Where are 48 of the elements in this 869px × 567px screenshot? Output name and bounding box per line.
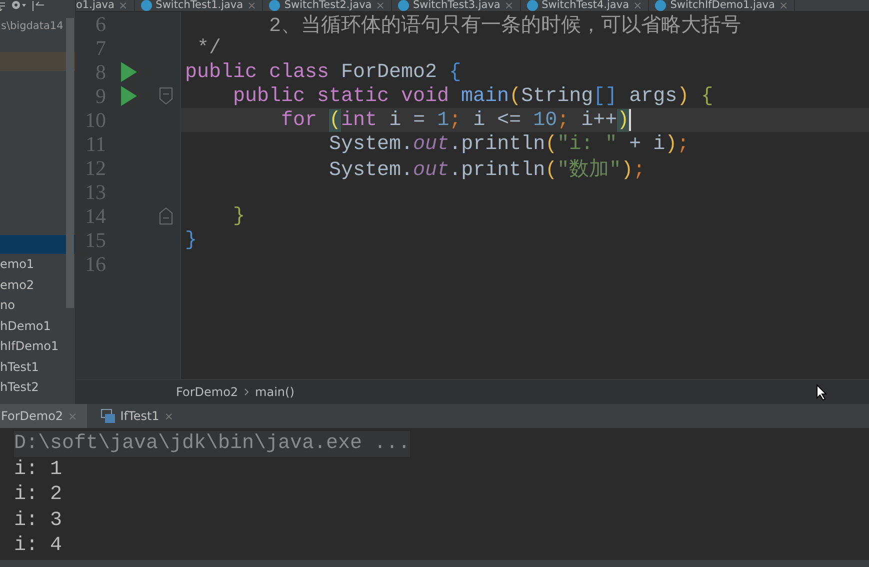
console-command: D:\soft\java\jdk\bin\java.exe ... xyxy=(14,431,410,456)
console-output: i: 2 xyxy=(14,482,62,508)
code-line: */ xyxy=(196,36,222,60)
project-item[interactable]: no xyxy=(0,295,75,316)
breadcrumb-item[interactable]: main() xyxy=(255,385,294,399)
hide-panel-icon[interactable] xyxy=(32,1,44,11)
class-icon xyxy=(526,0,538,11)
editor-tab[interactable]: o1.java × xyxy=(76,0,135,11)
code-line: } xyxy=(184,228,198,252)
class-icon xyxy=(655,0,666,11)
editor-tab[interactable]: SwitchTest4.java × xyxy=(520,0,650,11)
class-icon xyxy=(398,0,409,11)
class-icon xyxy=(140,0,152,11)
run-tab[interactable]: IfTest1 × xyxy=(87,404,184,428)
project-path: s\bigdata14 xyxy=(1,20,64,32)
chevron-icon xyxy=(244,388,250,396)
class-icon xyxy=(269,0,280,11)
console-output: i: 1 xyxy=(14,456,62,482)
fold-icon[interactable] xyxy=(158,207,172,225)
project-item[interactable]: hTest1 xyxy=(0,356,75,377)
run-tab[interactable]: ForDemo2 × xyxy=(0,404,88,428)
breadcrumb-item[interactable]: ForDemo2 xyxy=(176,385,238,399)
mouse-pointer-icon xyxy=(816,384,827,401)
project-item[interactable]: hDemo1 xyxy=(0,316,75,336)
fold-icon[interactable] xyxy=(158,87,172,105)
console-output: i: 4 xyxy=(14,533,62,558)
console-output: i: 3 xyxy=(14,508,62,533)
editor-tab[interactable]: SwitchTest1.java × xyxy=(134,0,264,11)
project-item[interactable]: hTest2 xyxy=(0,377,75,398)
run-icon[interactable] xyxy=(120,86,136,106)
editor-tab[interactable]: SwitchIfDemo1.java × xyxy=(649,0,796,11)
code-line: } xyxy=(232,204,246,228)
code-line: System.out.println("i: " + i); xyxy=(328,132,690,156)
code-line: for (int i = 1; i <= 10; i++) xyxy=(280,108,630,132)
window-icon xyxy=(101,409,116,423)
project-item[interactable]: hIfDemo1 xyxy=(0,336,75,356)
code-line: public static void main(String[] args) { xyxy=(232,84,714,108)
project-item[interactable]: emo2 xyxy=(0,274,75,295)
code-line: System.out.println("数加"); xyxy=(328,158,646,182)
code-line: public class ForDemo2 { xyxy=(184,60,462,84)
settings-icon[interactable] xyxy=(10,1,28,11)
text-cursor xyxy=(629,109,632,131)
scrollbar[interactable] xyxy=(66,18,74,308)
editor-tab[interactable]: SwitchTest3.java × xyxy=(392,0,521,11)
code-line: 2、当循环体的语句只有一条的时候，可以省略大括号 xyxy=(268,14,742,38)
editor-tab[interactable]: SwitchTest2.java × xyxy=(263,0,392,11)
run-icon[interactable] xyxy=(120,62,136,82)
project-item[interactable]: emo1 xyxy=(0,254,75,274)
